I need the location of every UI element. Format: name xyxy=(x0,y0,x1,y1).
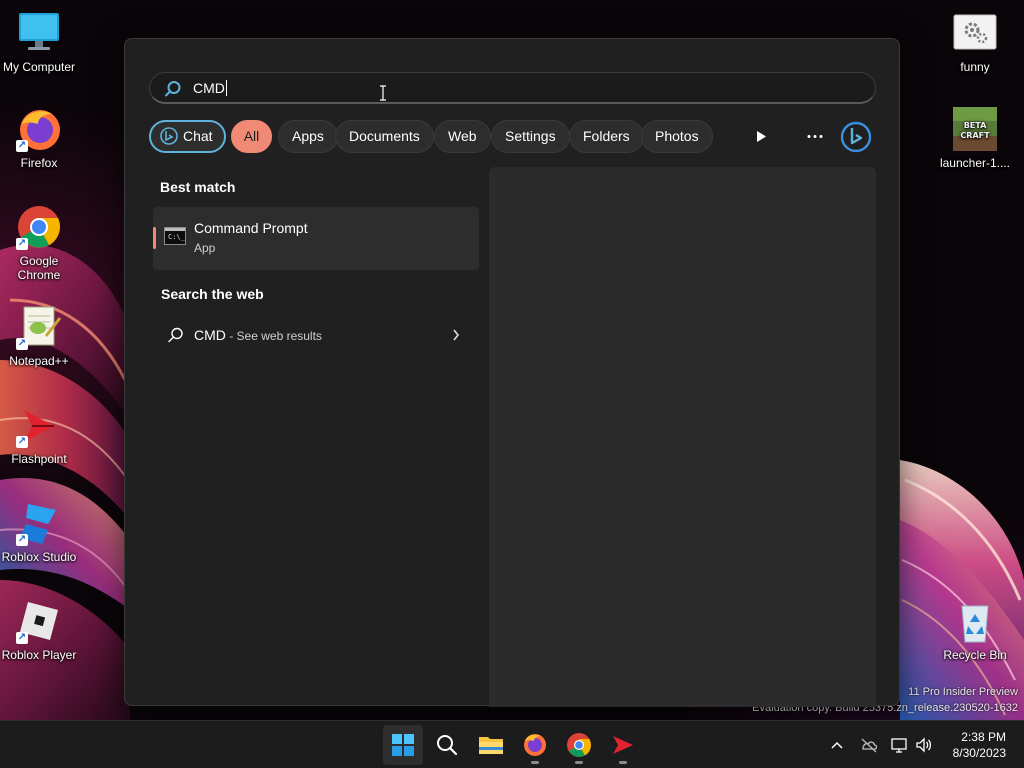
desktop-icon-roblox-player[interactable]: ↗ Roblox Player xyxy=(0,598,79,662)
running-indicator xyxy=(575,761,583,764)
desktop-icon-google-chrome[interactable]: ↗ Google Chrome xyxy=(0,204,79,282)
search-icon xyxy=(165,81,181,97)
desktop-icon-notepad-plus-plus[interactable]: ↗ Notepad++ xyxy=(0,304,79,368)
desktop-icon-label: Recycle Bin xyxy=(943,648,1007,662)
filter-settings-label: Settings xyxy=(505,128,556,144)
monitor-icon xyxy=(16,10,62,56)
desktop-icon-label: Roblox Studio xyxy=(1,550,77,564)
chevron-up-icon[interactable] xyxy=(827,735,847,755)
result-preview-pane xyxy=(489,167,876,707)
ellipsis-icon xyxy=(807,135,823,138)
filter-documents-label: Documents xyxy=(349,128,420,144)
firefox-icon xyxy=(524,734,546,756)
filter-chat-label: Chat xyxy=(183,128,213,144)
selection-accent xyxy=(153,227,156,249)
filter-settings-button[interactable]: Settings xyxy=(491,120,570,153)
recycle-bin-icon xyxy=(952,598,998,644)
search-web-heading: Search the web xyxy=(161,286,264,302)
filter-photos-label: Photos xyxy=(655,128,699,144)
filter-photos-button[interactable]: Photos xyxy=(641,120,713,153)
bing-button[interactable] xyxy=(838,119,872,153)
taskbar-search-button[interactable] xyxy=(427,725,467,765)
filter-web-label: Web xyxy=(448,128,477,144)
filter-web-button[interactable]: Web xyxy=(434,120,491,153)
desktop-icon-my-computer[interactable]: My Computer xyxy=(0,10,79,74)
desktop-icon-label: funny xyxy=(960,60,990,74)
search-flyout: CMD Chat All Apps Documents Web Settings xyxy=(124,38,900,707)
running-indicator xyxy=(619,761,627,764)
best-match-command-prompt[interactable]: C:\_ Command Prompt App xyxy=(153,207,479,270)
best-match-subtitle: App xyxy=(194,241,216,255)
chrome-icon xyxy=(567,733,591,757)
watermark-line-1: 11 Pro Insider Preview xyxy=(908,686,1018,698)
firefox-icon: ↗ xyxy=(16,106,62,152)
desktop-icon-label: Google Chrome xyxy=(17,254,61,282)
ibeam-cursor-icon xyxy=(380,85,386,101)
bing-logo-icon xyxy=(840,121,872,153)
svg-text:CRAFT: CRAFT xyxy=(960,131,990,140)
desktop-icon-label: launcher-1.... xyxy=(939,156,1011,170)
taskbar-flashpoint[interactable] xyxy=(603,725,643,765)
search-input[interactable]: CMD xyxy=(149,72,876,104)
filter-all-label: All xyxy=(243,128,260,144)
play-arrow-icon xyxy=(757,131,766,142)
clock-date: 8/30/2023 xyxy=(952,746,1006,760)
filter-folders-button[interactable]: Folders xyxy=(569,120,644,153)
web-result-query: CMD xyxy=(194,327,226,343)
clock-time: 2:38 PM xyxy=(961,730,1006,744)
taskbar: 2:38 PM 8/30/2023 xyxy=(0,720,1024,768)
flashpoint-icon: ↗ xyxy=(16,402,62,448)
web-result-suffix: - See web results xyxy=(225,329,322,343)
chevron-right-icon xyxy=(453,329,460,341)
desktop-icon-recycle-bin[interactable]: Recycle Bin xyxy=(935,598,1015,662)
svg-text:BETA: BETA xyxy=(964,121,987,130)
file-explorer-icon xyxy=(479,737,503,754)
notepad-plus-plus-icon: ↗ xyxy=(16,304,62,350)
filter-documents-button[interactable]: Documents xyxy=(335,120,434,153)
bing-chat-icon xyxy=(160,127,178,145)
desktop-icon-label: Firefox xyxy=(20,156,58,170)
taskbar-firefox[interactable] xyxy=(515,725,555,765)
filter-apps-label: Apps xyxy=(292,128,324,144)
filter-chat-button[interactable]: Chat xyxy=(149,120,226,153)
chrome-icon: ↗ xyxy=(16,204,62,250)
more-filters-play-button[interactable] xyxy=(744,120,778,153)
text-caret xyxy=(225,80,227,96)
desktop-icon-label: Flashpoint xyxy=(11,452,67,466)
desktop-icon-label: Notepad++ xyxy=(9,354,69,368)
onedrive-offline-icon[interactable] xyxy=(859,735,879,755)
command-prompt-icon: C:\_ xyxy=(164,227,186,245)
betacraft-icon: BETA CRAFT xyxy=(952,106,998,152)
desktop-icon-launcher[interactable]: BETA CRAFT launcher-1.... xyxy=(935,106,1015,170)
roblox-player-icon: ↗ xyxy=(16,598,62,644)
filter-apps-button[interactable]: Apps xyxy=(278,120,338,153)
desktop-icon-firefox[interactable]: ↗ Firefox xyxy=(0,106,79,170)
desktop-icon-funny[interactable]: funny xyxy=(935,10,1015,74)
windows-logo-icon xyxy=(392,734,414,756)
desktop-icon-label: My Computer xyxy=(2,60,76,74)
taskbar-file-explorer[interactable] xyxy=(471,725,511,765)
more-options-button[interactable] xyxy=(798,120,832,153)
taskbar-chrome[interactable] xyxy=(559,725,599,765)
desktop-icon-roblox-studio[interactable]: ↗ Roblox Studio xyxy=(0,500,79,564)
filter-folders-label: Folders xyxy=(583,128,630,144)
roblox-studio-icon: ↗ xyxy=(16,500,62,546)
search-icon xyxy=(437,735,458,756)
volume-icon[interactable] xyxy=(914,735,934,755)
web-result-cmd[interactable]: CMD - See web results xyxy=(153,315,479,355)
flashpoint-icon xyxy=(613,736,633,754)
search-icon xyxy=(168,327,183,343)
system-clock[interactable]: 2:38 PM 8/30/2023 xyxy=(953,729,1006,761)
filter-all-button[interactable]: All xyxy=(231,120,272,153)
network-icon[interactable] xyxy=(889,735,909,755)
settings-file-icon xyxy=(952,10,998,56)
search-query-text: CMD xyxy=(193,80,225,96)
start-button[interactable] xyxy=(383,725,423,765)
best-match-heading: Best match xyxy=(160,179,236,195)
running-indicator xyxy=(531,761,539,764)
best-match-title: Command Prompt xyxy=(194,220,308,236)
desktop-icon-label: Roblox Player xyxy=(1,648,77,662)
desktop-icon-flashpoint[interactable]: ↗ Flashpoint xyxy=(0,402,79,466)
